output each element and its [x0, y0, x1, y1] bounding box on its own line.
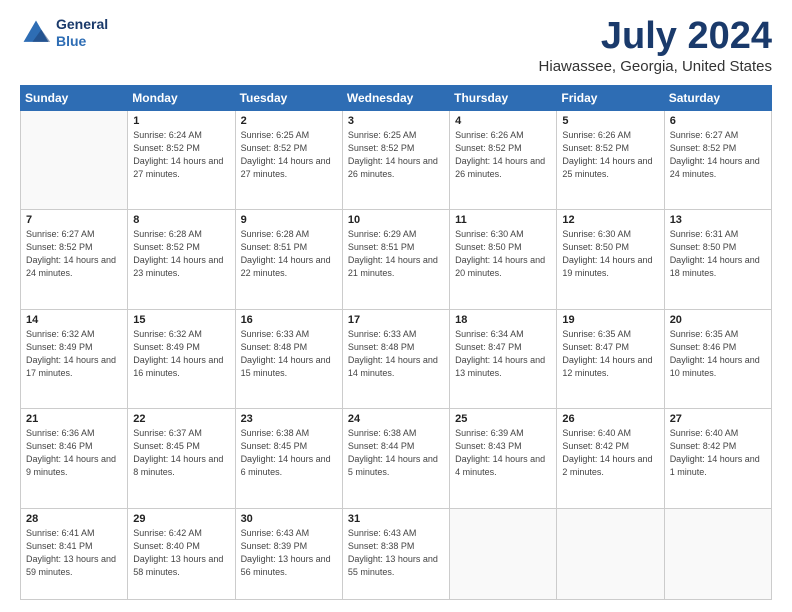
table-row: 8 Sunrise: 6:28 AM Sunset: 8:52 PM Dayli… [128, 210, 235, 309]
table-row: 27 Sunrise: 6:40 AM Sunset: 8:42 PM Dayl… [664, 409, 771, 508]
table-row: 10 Sunrise: 6:29 AM Sunset: 8:51 PM Dayl… [342, 210, 449, 309]
table-row: 7 Sunrise: 6:27 AM Sunset: 8:52 PM Dayli… [21, 210, 128, 309]
table-row: 24 Sunrise: 6:38 AM Sunset: 8:44 PM Dayl… [342, 409, 449, 508]
col-sunday: Sunday [21, 85, 128, 110]
title-block: July 2024 Hiawassee, Georgia, United Sta… [539, 16, 772, 75]
table-row: 11 Sunrise: 6:30 AM Sunset: 8:50 PM Dayl… [450, 210, 557, 309]
logo-text: General Blue [56, 16, 108, 50]
table-row: 5 Sunrise: 6:26 AM Sunset: 8:52 PM Dayli… [557, 110, 664, 209]
calendar-header-row: Sunday Monday Tuesday Wednesday Thursday… [21, 85, 772, 110]
table-row: 13 Sunrise: 6:31 AM Sunset: 8:50 PM Dayl… [664, 210, 771, 309]
table-row: 20 Sunrise: 6:35 AM Sunset: 8:46 PM Dayl… [664, 309, 771, 408]
table-row [450, 508, 557, 599]
table-row [557, 508, 664, 599]
table-row: 26 Sunrise: 6:40 AM Sunset: 8:42 PM Dayl… [557, 409, 664, 508]
col-saturday: Saturday [664, 85, 771, 110]
table-row: 23 Sunrise: 6:38 AM Sunset: 8:45 PM Dayl… [235, 409, 342, 508]
table-row: 3 Sunrise: 6:25 AM Sunset: 8:52 PM Dayli… [342, 110, 449, 209]
table-row: 6 Sunrise: 6:27 AM Sunset: 8:52 PM Dayli… [664, 110, 771, 209]
col-wednesday: Wednesday [342, 85, 449, 110]
table-row [664, 508, 771, 599]
table-row: 9 Sunrise: 6:28 AM Sunset: 8:51 PM Dayli… [235, 210, 342, 309]
col-tuesday: Tuesday [235, 85, 342, 110]
table-row: 31 Sunrise: 6:43 AM Sunset: 8:38 PM Dayl… [342, 508, 449, 599]
table-row: 21 Sunrise: 6:36 AM Sunset: 8:46 PM Dayl… [21, 409, 128, 508]
logo: General Blue [20, 16, 108, 50]
table-row: 14 Sunrise: 6:32 AM Sunset: 8:49 PM Dayl… [21, 309, 128, 408]
table-row: 2 Sunrise: 6:25 AM Sunset: 8:52 PM Dayli… [235, 110, 342, 209]
subtitle: Hiawassee, Georgia, United States [539, 58, 772, 75]
header: General Blue July 2024 Hiawassee, Georgi… [20, 16, 772, 75]
table-row: 16 Sunrise: 6:33 AM Sunset: 8:48 PM Dayl… [235, 309, 342, 408]
calendar-table: Sunday Monday Tuesday Wednesday Thursday… [20, 85, 772, 600]
col-friday: Friday [557, 85, 664, 110]
table-row: 1 Sunrise: 6:24 AM Sunset: 8:52 PM Dayli… [128, 110, 235, 209]
table-row: 18 Sunrise: 6:34 AM Sunset: 8:47 PM Dayl… [450, 309, 557, 408]
table-row: 4 Sunrise: 6:26 AM Sunset: 8:52 PM Dayli… [450, 110, 557, 209]
table-row: 22 Sunrise: 6:37 AM Sunset: 8:45 PM Dayl… [128, 409, 235, 508]
table-row: 15 Sunrise: 6:32 AM Sunset: 8:49 PM Dayl… [128, 309, 235, 408]
col-monday: Monday [128, 85, 235, 110]
table-row: 17 Sunrise: 6:33 AM Sunset: 8:48 PM Dayl… [342, 309, 449, 408]
table-row [21, 110, 128, 209]
table-row: 19 Sunrise: 6:35 AM Sunset: 8:47 PM Dayl… [557, 309, 664, 408]
logo-icon [20, 17, 52, 49]
main-title: July 2024 [539, 16, 772, 58]
col-thursday: Thursday [450, 85, 557, 110]
table-row: 28 Sunrise: 6:41 AM Sunset: 8:41 PM Dayl… [21, 508, 128, 599]
table-row: 25 Sunrise: 6:39 AM Sunset: 8:43 PM Dayl… [450, 409, 557, 508]
page: General Blue July 2024 Hiawassee, Georgi… [0, 0, 792, 612]
table-row: 12 Sunrise: 6:30 AM Sunset: 8:50 PM Dayl… [557, 210, 664, 309]
table-row: 30 Sunrise: 6:43 AM Sunset: 8:39 PM Dayl… [235, 508, 342, 599]
table-row: 29 Sunrise: 6:42 AM Sunset: 8:40 PM Dayl… [128, 508, 235, 599]
